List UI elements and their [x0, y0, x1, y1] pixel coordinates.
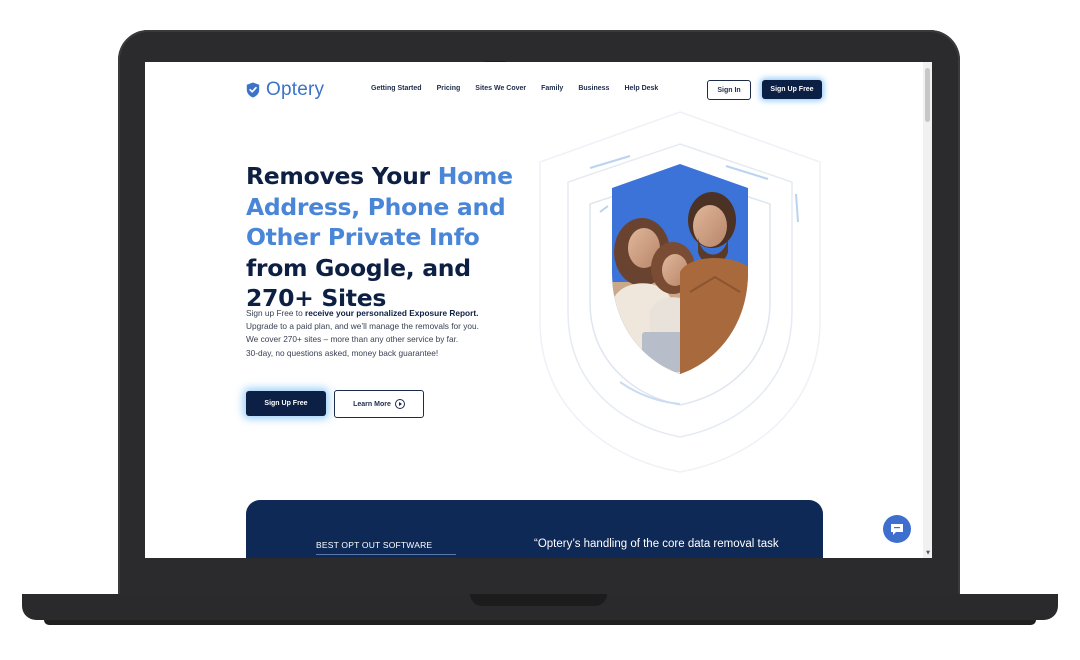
chat-bubble-icon — [891, 523, 903, 535]
nav-item-business[interactable]: Business — [578, 85, 609, 92]
browser-viewport: Optery Getting Started Pricing Sites We … — [145, 62, 932, 558]
sub-line2: Upgrade to a paid plan, and we’ll manage… — [246, 321, 479, 332]
hero-subtext: Sign up Free to receive your personalize… — [246, 307, 536, 360]
laptop-opening-notch — [470, 594, 607, 606]
laptop-base-shadow — [44, 620, 1036, 625]
banner-quote: “Optery’s handling of the core data remo… — [534, 538, 779, 550]
sub-bold: receive your personalized Exposure Repor… — [305, 308, 479, 318]
nav-sign-up-button[interactable]: Sign Up Free — [762, 80, 822, 99]
page-scrollbar[interactable]: ▼ — [923, 62, 932, 558]
sub-prefix: Sign up Free to — [246, 308, 306, 318]
learn-more-label: Learn More — [353, 400, 391, 408]
hero-shield-illustration — [539, 111, 821, 473]
headline-part2: from Google, and 270+ Sites — [246, 253, 471, 313]
banner-left-label: BEST OPT OUT SOFTWARE — [316, 540, 433, 550]
chat-button[interactable] — [883, 515, 911, 543]
learn-more-button[interactable]: Learn More — [334, 390, 424, 418]
play-circle-icon — [394, 399, 405, 409]
sub-line4: 30-day, no questions asked, money back g… — [246, 347, 439, 358]
nav-item-help-desk[interactable]: Help Desk — [624, 85, 658, 92]
shield-icon — [246, 82, 260, 98]
main-nav: Getting Started Pricing Sites We Cover F… — [371, 85, 658, 92]
scrollbar-thumb[interactable] — [925, 68, 930, 122]
nav-item-family[interactable]: Family — [541, 85, 563, 92]
nav-item-pricing[interactable]: Pricing — [437, 85, 461, 92]
scroll-down-arrow-icon[interactable]: ▼ — [926, 550, 930, 556]
family-photo — [612, 164, 748, 374]
hero-sign-up-button[interactable]: Sign Up Free — [246, 391, 326, 416]
site-logo[interactable]: Optery — [246, 79, 324, 101]
nav-item-sites-we-cover[interactable]: Sites We Cover — [475, 85, 526, 92]
logo-wordmark: Optery — [266, 79, 325, 100]
banner-divider — [316, 554, 456, 555]
nav-item-getting-started[interactable]: Getting Started — [371, 85, 422, 92]
headline-part1: Removes Your — [246, 162, 438, 190]
sign-in-button[interactable]: Sign In — [707, 80, 751, 100]
testimonial-banner: BEST OPT OUT SOFTWARE “Optery’s handling… — [246, 500, 823, 558]
hero-headline: Removes Your Home Address, Phone and Oth… — [246, 161, 546, 314]
sub-line3: We cover 270+ sites – more than any othe… — [246, 334, 459, 345]
